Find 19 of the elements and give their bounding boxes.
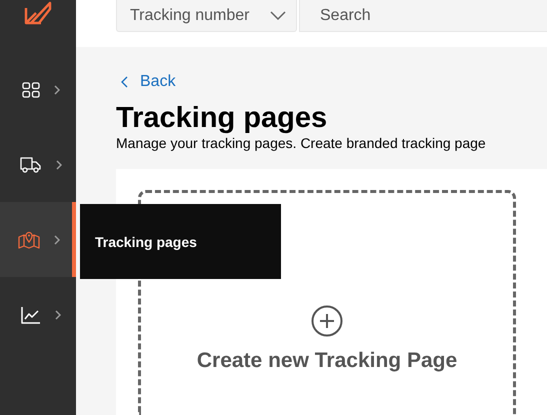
- chevron-right-icon: [54, 234, 60, 244]
- create-label: Create new Tracking Page: [196, 349, 458, 373]
- chevron-right-icon: [54, 84, 60, 94]
- chevron-right-icon: [55, 310, 61, 320]
- plus-icon: [311, 305, 343, 337]
- back-link[interactable]: Back: [120, 73, 176, 91]
- type-select[interactable]: Tracking number: [116, 0, 297, 32]
- line-chart-icon: [21, 306, 41, 324]
- nav-item[interactable]: [0, 202, 76, 277]
- page-description: Manage your tracking pages. Create branded tracking page: [116, 135, 487, 151]
- truck-icon: [20, 156, 42, 172]
- chevron-left-icon: [120, 76, 128, 88]
- chevron-right-icon: [56, 160, 62, 170]
- grid-icon: [22, 82, 40, 98]
- chevron-down-icon: [270, 11, 286, 20]
- logo-icon[interactable]: [23, 0, 53, 26]
- page-title: Tracking pages: [116, 101, 328, 135]
- map-pin-icon: [18, 230, 40, 248]
- search-field[interactable]: Search: [299, 0, 547, 32]
